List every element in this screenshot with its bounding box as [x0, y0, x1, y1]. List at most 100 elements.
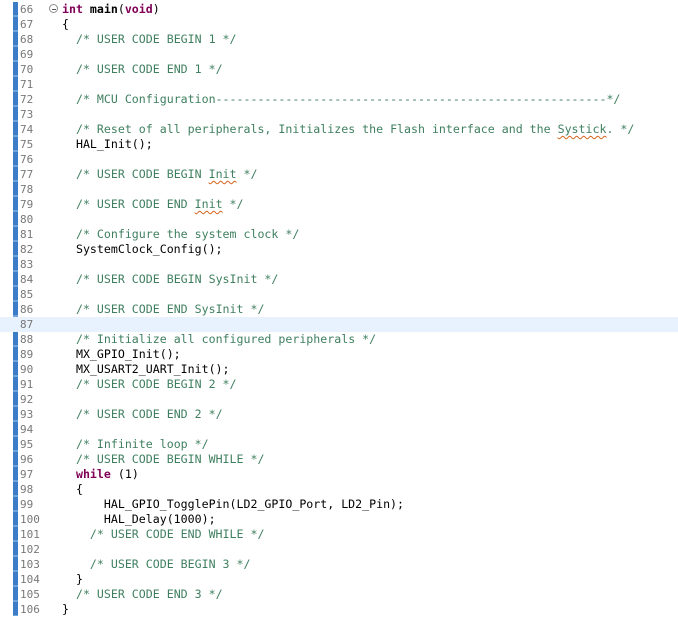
code-text: /* USER CODE BEGIN 3 */: [62, 557, 251, 572]
line-number: 91: [20, 378, 34, 391]
code-comment: /* USER CODE END: [75, 197, 195, 211]
code-text: {: [62, 482, 83, 497]
code-line[interactable]: 100 HAL_Delay(1000);: [0, 512, 678, 527]
code-line[interactable]: 80: [0, 212, 678, 227]
code-line[interactable]: 70 /* USER CODE END 1 */: [0, 62, 678, 77]
code-line[interactable]: 95 /* Infinite loop */: [0, 437, 678, 452]
fold-collapse-icon[interactable]: [49, 4, 58, 13]
code-keyword: while: [75, 467, 111, 481]
code-line[interactable]: 78: [0, 182, 678, 197]
code-text: /* USER CODE BEGIN 1 */: [62, 32, 237, 47]
code-comment: /* USER CODE BEGIN 2 */: [75, 377, 237, 391]
code-line[interactable]: 104 }: [0, 572, 678, 587]
line-number: 80: [20, 213, 34, 226]
code-line[interactable]: 66 int main(void): [0, 2, 678, 17]
code-line[interactable]: 82 SystemClock_Config();: [0, 242, 678, 257]
code-text: /* Reset of all peripherals, Initializes…: [62, 122, 634, 137]
line-number: 76: [20, 153, 34, 166]
code-line[interactable]: 106}: [0, 602, 678, 617]
line-number: 98: [20, 483, 34, 496]
line-number: 67: [20, 18, 34, 31]
code-token: {: [62, 482, 83, 496]
code-line[interactable]: 83: [0, 257, 678, 272]
code-text: /* USER CODE BEGIN SysInit */: [62, 272, 278, 287]
line-number: 77: [20, 168, 34, 181]
code-comment: /* USER CODE END SysInit */: [75, 302, 265, 316]
code-line[interactable]: 75 HAL_Init();: [0, 137, 678, 152]
code-comment: . */: [606, 122, 635, 136]
line-number: 68: [20, 33, 34, 46]
code-comment: /* Reset of all peripherals, Initializes…: [75, 122, 558, 136]
line-number: 90: [20, 363, 34, 376]
code-text: SystemClock_Config();: [62, 242, 223, 257]
line-number: 79: [20, 198, 34, 211]
code-lines: 66 int main(void) 67 {68 /* USER CODE BEGIN…: [0, 2, 678, 617]
code-comment: */: [222, 197, 244, 211]
code-line[interactable]: 68 /* USER CODE BEGIN 1 */: [0, 32, 678, 47]
code-line[interactable]: 99 HAL_GPIO_TogglePin(LD2_GPIO_Port, LD2…: [0, 497, 678, 512]
code-line[interactable]: 102: [0, 542, 678, 557]
line-number: 92: [20, 393, 34, 406]
code-comment: Init: [208, 167, 237, 181]
code-line[interactable]: 94: [0, 422, 678, 437]
line-number: 87: [20, 318, 34, 331]
code-text: MX_GPIO_Init();: [62, 347, 181, 362]
line-number: 78: [20, 183, 34, 196]
code-comment: Init: [194, 197, 223, 211]
code-line[interactable]: 103 /* USER CODE BEGIN 3 */: [0, 557, 678, 572]
code-text: /* Configure the system clock */: [62, 227, 299, 242]
code-line[interactable]: 86 /* USER CODE END SysInit */: [0, 302, 678, 317]
code-line[interactable]: 87: [0, 317, 678, 332]
line-number: 66: [20, 3, 34, 16]
code-line[interactable]: 76: [0, 152, 678, 167]
code-line[interactable]: 88 /* Initialize all configured peripher…: [0, 332, 678, 347]
code-line[interactable]: 101 /* USER CODE END WHILE */: [0, 527, 678, 542]
code-token: SystemClock_Config();: [62, 242, 223, 256]
code-line[interactable]: 84 /* USER CODE BEGIN SysInit */: [0, 272, 678, 287]
code-line[interactable]: 93 /* USER CODE END 2 */: [0, 407, 678, 422]
code-line[interactable]: 73: [0, 107, 678, 122]
code-line[interactable]: 77 /* USER CODE BEGIN Init */: [0, 167, 678, 182]
line-number: 72: [20, 93, 34, 106]
code-line[interactable]: 97 while (1): [0, 467, 678, 482]
code-line[interactable]: 69: [0, 47, 678, 62]
code-line[interactable]: 72 /* MCU Configuration-----------------…: [0, 92, 678, 107]
code-line[interactable]: 92: [0, 392, 678, 407]
code-line[interactable]: 81 /* Configure the system clock */: [0, 227, 678, 242]
code-line[interactable]: 79 /* USER CODE END Init */: [0, 197, 678, 212]
code-token: ): [152, 2, 160, 16]
code-comment: /* Configure the system clock */: [75, 227, 300, 241]
code-comment: /* USER CODE END WHILE */: [89, 527, 265, 541]
code-line[interactable]: 71: [0, 77, 678, 92]
code-keyword: int: [62, 2, 90, 16]
code-line[interactable]: 90 MX_USART2_UART_Init();: [0, 362, 678, 377]
code-comment: /* Infinite loop */: [75, 437, 209, 451]
code-text: while (1): [62, 467, 139, 482]
code-line[interactable]: 67 {: [0, 17, 678, 32]
code-text: }: [62, 572, 83, 587]
code-line[interactable]: 89 MX_GPIO_Init();: [0, 347, 678, 362]
code-line[interactable]: 105 /* USER CODE END 3 */: [0, 587, 678, 602]
code-line[interactable]: 74 /* Reset of all peripherals, Initiali…: [0, 122, 678, 137]
code-text: /* USER CODE END Init */: [62, 197, 244, 212]
code-line[interactable]: 98 {: [0, 482, 678, 497]
code-comment: /* USER CODE BEGIN 3 */: [89, 557, 251, 571]
code-text: /* USER CODE BEGIN WHILE */: [62, 452, 264, 467]
line-number: 105: [20, 588, 40, 601]
code-editor[interactable]: 66 int main(void) 67 {68 /* USER CODE BEGIN…: [0, 0, 678, 619]
code-line[interactable]: 85: [0, 287, 678, 302]
line-number: 82: [20, 243, 34, 256]
code-line[interactable]: 91 /* USER CODE BEGIN 2 */: [0, 377, 678, 392]
code-text: /* Initialize all configured peripherals…: [62, 332, 376, 347]
code-line[interactable]: 96 /* USER CODE BEGIN WHILE */: [0, 452, 678, 467]
code-token: }: [62, 602, 69, 616]
line-number: 97: [20, 468, 34, 481]
code-token: HAL_Init();: [62, 137, 153, 151]
